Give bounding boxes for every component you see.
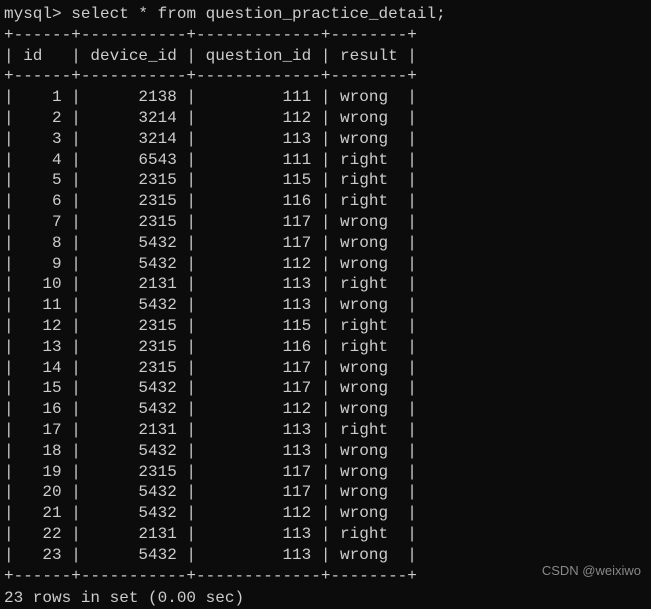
sql-prompt-line: mysql> select * from question_practice_d…	[4, 4, 647, 25]
table-header: | id | device_id | question_id | result …	[4, 46, 647, 67]
table-row: | 18 | 5432 | 113 | wrong |	[4, 441, 647, 462]
table-body: | 1 | 2138 | 111 | wrong || 2 | 3214 | 1…	[4, 87, 647, 565]
table-row: | 19 | 2315 | 117 | wrong |	[4, 462, 647, 483]
table-row: | 14 | 2315 | 117 | wrong |	[4, 358, 647, 379]
table-row: | 3 | 3214 | 113 | wrong |	[4, 129, 647, 150]
table-row: | 20 | 5432 | 117 | wrong |	[4, 482, 647, 503]
table-divider-top: +------+-----------+-------------+------…	[4, 25, 647, 46]
table-row: | 16 | 5432 | 112 | wrong |	[4, 399, 647, 420]
sql-query: select * from question_practice_detail;	[71, 5, 445, 23]
table-row: | 5 | 2315 | 115 | right |	[4, 170, 647, 191]
table-row: | 7 | 2315 | 117 | wrong |	[4, 212, 647, 233]
result-footer: 23 rows in set (0.00 sec)	[4, 588, 647, 609]
table-row: | 4 | 6543 | 111 | right |	[4, 150, 647, 171]
table-row: | 21 | 5432 | 112 | wrong |	[4, 503, 647, 524]
table-row: | 11 | 5432 | 113 | wrong |	[4, 295, 647, 316]
table-row: | 13 | 2315 | 116 | right |	[4, 337, 647, 358]
watermark: CSDN @weixiwo	[542, 563, 641, 580]
table-row: | 2 | 3214 | 112 | wrong |	[4, 108, 647, 129]
table-row: | 12 | 2315 | 115 | right |	[4, 316, 647, 337]
mysql-terminal[interactable]: mysql> select * from question_practice_d…	[4, 4, 647, 609]
table-row: | 22 | 2131 | 113 | right |	[4, 524, 647, 545]
table-row: | 17 | 2131 | 113 | right |	[4, 420, 647, 441]
table-row: | 6 | 2315 | 116 | right |	[4, 191, 647, 212]
table-row: | 15 | 5432 | 117 | wrong |	[4, 378, 647, 399]
table-row: | 8 | 5432 | 117 | wrong |	[4, 233, 647, 254]
table-row: | 10 | 2131 | 113 | right |	[4, 274, 647, 295]
table-divider-header: +------+-----------+-------------+------…	[4, 66, 647, 87]
table-row: | 9 | 5432 | 112 | wrong |	[4, 254, 647, 275]
prompt-prefix: mysql>	[4, 5, 71, 23]
table-row: | 1 | 2138 | 111 | wrong |	[4, 87, 647, 108]
